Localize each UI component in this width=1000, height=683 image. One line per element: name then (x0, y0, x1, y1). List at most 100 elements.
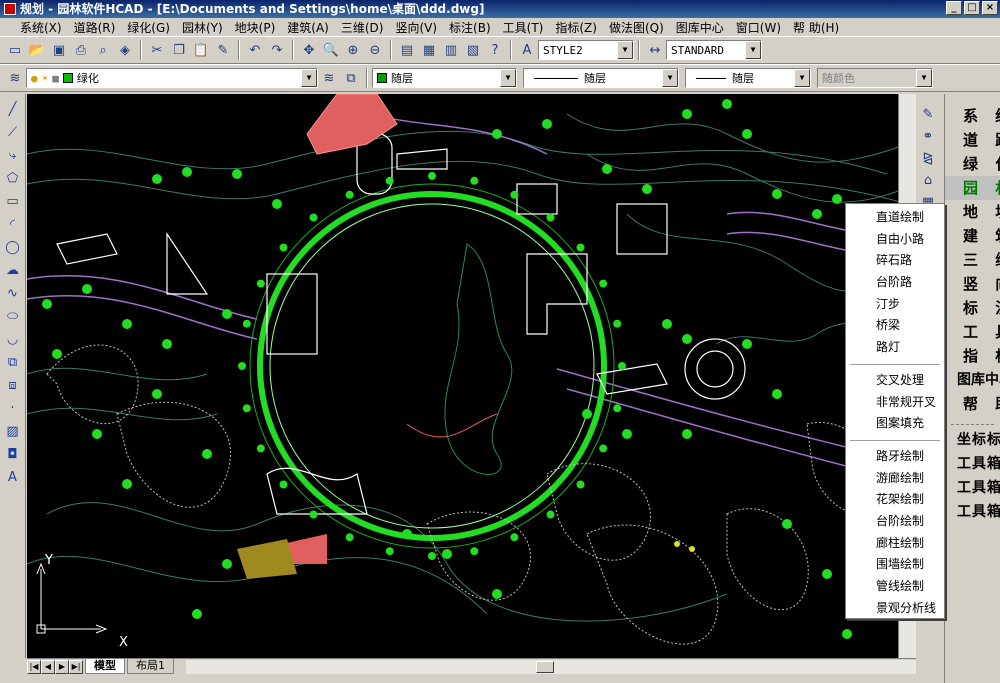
help-icon[interactable]: ? (484, 39, 506, 61)
text-style-select[interactable]: STYLE2 ▼ (538, 40, 634, 60)
line-icon[interactable]: ╱ (2, 98, 24, 120)
panel-tool-toolbox1[interactable]: 工具箱1 (945, 452, 1000, 476)
lineweight-select[interactable]: 随层 ▼ (685, 68, 811, 88)
menu-building[interactable]: 建筑(A) (281, 19, 335, 36)
last-tab-icon[interactable]: ▶| (69, 659, 83, 674)
construction-line-icon[interactable]: ⟋ (2, 121, 24, 143)
pan-icon[interactable]: ✥ (298, 39, 320, 61)
preview-icon[interactable]: ⌕ (92, 39, 114, 61)
pencil-icon[interactable]: ✎ (918, 104, 938, 124)
cut-icon[interactable]: ✂ (146, 39, 168, 61)
tab-model[interactable]: 模型 (85, 659, 125, 674)
region-icon[interactable]: ◘ (2, 443, 24, 465)
new-file-icon[interactable]: ▭ (4, 39, 26, 61)
zoom-realtime-icon[interactable]: 🔍 (320, 39, 342, 61)
menu-road[interactable]: 道路(R) (68, 19, 122, 36)
make-block-icon[interactable]: ⧈ (2, 374, 24, 396)
panel-item-system[interactable]: 系 统 (945, 104, 1000, 128)
menu-straight-road[interactable]: 直道绘制 (846, 207, 944, 229)
redo-icon[interactable]: ↷ (266, 39, 288, 61)
panel-tool-toolbox3[interactable]: 工具箱3 (945, 500, 1000, 524)
ellipse-arc-icon[interactable]: ◡ (2, 328, 24, 350)
copy-icon[interactable]: ❐ (168, 39, 190, 61)
ellipse-icon[interactable]: ⬭ (2, 305, 24, 327)
panel-tool-coord-label[interactable]: 坐标标注 (945, 428, 1000, 452)
mirror-icon[interactable]: ⧎ (918, 148, 938, 168)
menu-free-path[interactable]: 自由小路 (846, 229, 944, 251)
point-icon[interactable]: · (2, 397, 24, 419)
rectangle-icon[interactable]: ▭ (2, 190, 24, 212)
open-folder-icon[interactable]: 📂 (26, 39, 48, 61)
panel-item-vertical[interactable]: 竖 向 (945, 272, 1000, 296)
menu-annotate[interactable]: 标注(B) (443, 19, 497, 36)
panel-item-garden[interactable]: 园 林 (945, 176, 1000, 200)
menu-colonnade[interactable]: 廊柱绘制 (846, 533, 944, 555)
text-style-icon[interactable]: A (516, 39, 538, 61)
menu-corridor[interactable]: 游廊绘制 (846, 468, 944, 490)
save-icon[interactable]: ▣ (48, 39, 70, 61)
menu-bridge[interactable]: 桥梁 (846, 315, 944, 337)
menu-steps[interactable]: 台阶绘制 (846, 511, 944, 533)
paste-icon[interactable]: 📋 (190, 39, 212, 61)
print-icon[interactable]: ⎙ (70, 39, 92, 61)
spline-icon[interactable]: ∿ (2, 282, 24, 304)
menu-vertical[interactable]: 竖向(V) (389, 19, 443, 36)
panel-item-plot[interactable]: 地 块 (945, 200, 1000, 224)
panel-tool-toolbox2[interactable]: 工具箱2 (945, 476, 1000, 500)
match-properties-icon[interactable]: ✎ (212, 39, 234, 61)
menu-step-path[interactable]: 台阶路 (846, 272, 944, 294)
revision-cloud-icon[interactable]: ☁ (2, 259, 24, 281)
zoom-previous-icon[interactable]: ⊖ (364, 39, 386, 61)
panel-item-tools[interactable]: 工 具 (945, 320, 1000, 344)
properties-icon[interactable]: ▤ (396, 39, 418, 61)
close-button[interactable]: × (982, 1, 998, 15)
menu-irregular-fork[interactable]: 非常规开叉 (846, 392, 944, 414)
stairs-icon[interactable]: ⌂ (918, 170, 938, 190)
link-icon[interactable]: ⚭ (918, 126, 938, 146)
menu-curb[interactable]: 路牙绘制 (846, 446, 944, 468)
menu-plot[interactable]: 地块(P) (229, 19, 282, 36)
layer-manager-icon[interactable]: ≋ (4, 67, 26, 89)
menu-detail-drawings[interactable]: 做法图(Q) (603, 19, 670, 36)
tab-layout1[interactable]: 布局1 (127, 659, 174, 674)
first-tab-icon[interactable]: |◀ (27, 659, 41, 674)
panel-item-metrics[interactable]: 指 标 (945, 344, 1000, 368)
circle-icon[interactable]: ◯ (2, 236, 24, 258)
chevron-down-icon[interactable]: ▼ (662, 69, 678, 87)
color-select[interactable]: 随层 ▼ (372, 68, 517, 88)
polygon-icon[interactable]: ⬠ (2, 167, 24, 189)
dim-style-select[interactable]: STANDARD ▼ (666, 40, 762, 60)
panel-item-building[interactable]: 建 筑 (945, 224, 1000, 248)
undo-icon[interactable]: ↶ (244, 39, 266, 61)
hatch-icon[interactable]: ▨ (2, 420, 24, 442)
linetype-select[interactable]: 随层 ▼ (523, 68, 679, 88)
next-tab-icon[interactable]: ▶ (55, 659, 69, 674)
drawing-canvas[interactable]: Y X (27, 94, 916, 658)
arc-icon[interactable]: ◜ (2, 213, 24, 235)
menu-fence[interactable]: 围墙绘制 (846, 554, 944, 576)
layer-select[interactable]: ● ☀ ■ 绿化 ▼ (26, 68, 318, 88)
dim-style-icon[interactable]: ↔ (644, 39, 666, 61)
menu-gravel-path[interactable]: 碎石路 (846, 250, 944, 272)
chevron-down-icon[interactable]: ▼ (500, 69, 516, 87)
menu-3d[interactable]: 三维(D) (335, 19, 390, 36)
menu-garden[interactable]: 园林(Y) (176, 19, 229, 36)
scroll-thumb[interactable] (536, 660, 555, 673)
menu-window[interactable]: 窗口(W) (730, 19, 787, 36)
chevron-down-icon[interactable]: ▼ (794, 69, 810, 87)
panel-item-greening[interactable]: 绿 化 (945, 152, 1000, 176)
panel-item-library[interactable]: 图库中心 (945, 368, 1000, 392)
menu-system[interactable]: 系统(X) (14, 19, 68, 36)
menu-pergola[interactable]: 花架绘制 (846, 489, 944, 511)
insert-block-icon[interactable]: ⧉ (2, 351, 24, 373)
menu-hatch-fill[interactable]: 图案填充 (846, 413, 944, 435)
panel-item-help[interactable]: 帮 助 (945, 392, 1000, 416)
chevron-down-icon[interactable]: ▼ (745, 41, 761, 59)
panel-item-annotate[interactable]: 标 注 (945, 296, 1000, 320)
polyline-icon[interactable]: ⤷ (2, 144, 24, 166)
multiline-text-icon[interactable]: A (2, 466, 24, 488)
zoom-window-icon[interactable]: ⊕ (342, 39, 364, 61)
chevron-down-icon[interactable]: ▼ (617, 41, 633, 59)
make-current-layer-icon[interactable]: ≋ (318, 67, 340, 89)
prev-tab-icon[interactable]: ◀ (41, 659, 55, 674)
